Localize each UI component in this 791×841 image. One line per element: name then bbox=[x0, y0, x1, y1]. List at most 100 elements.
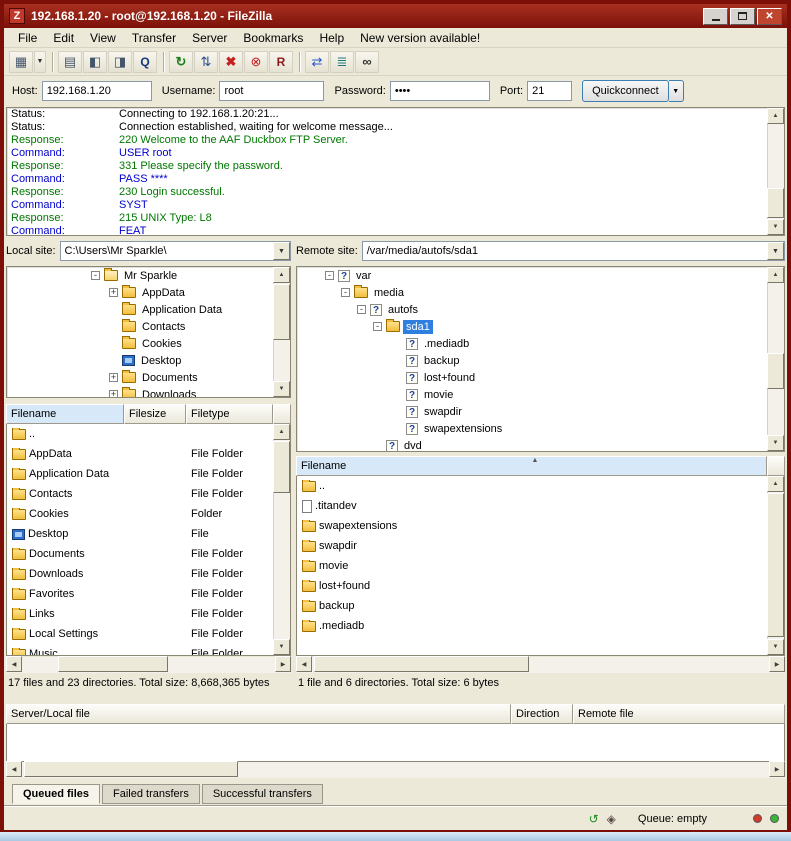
menu-item[interactable]: Transfer bbox=[124, 29, 184, 47]
expander-icon[interactable] bbox=[109, 373, 118, 382]
scroll-up-button[interactable]: ▲ bbox=[273, 267, 290, 283]
scroll-thumb[interactable] bbox=[767, 353, 784, 389]
tree-item[interactable]: Contacts bbox=[7, 318, 290, 335]
password-input[interactable] bbox=[390, 81, 490, 101]
column-header-filename[interactable]: Filename bbox=[6, 404, 124, 424]
expander-icon[interactable] bbox=[109, 288, 118, 297]
scroll-right-button[interactable]: ▶ bbox=[275, 656, 291, 672]
column-header-local-file[interactable]: Server/Local file bbox=[6, 704, 511, 724]
tree-item[interactable]: sda1 bbox=[297, 318, 784, 335]
reconnect-button[interactable]: R bbox=[269, 51, 293, 73]
tree-item[interactable]: autofs bbox=[297, 301, 784, 318]
file-row[interactable]: .mediadb bbox=[297, 616, 784, 636]
file-row[interactable]: movie bbox=[297, 556, 784, 576]
column-header-filetype[interactable]: Filetype bbox=[186, 404, 273, 424]
scroll-up-button[interactable]: ▲ bbox=[273, 424, 290, 440]
local-site-combobox[interactable]: C:\Users\Mr Sparkle\ ▼ bbox=[60, 241, 291, 261]
expander-icon[interactable] bbox=[341, 288, 350, 297]
site-manager-dropdown[interactable]: ▼ bbox=[34, 51, 46, 73]
expander-icon[interactable] bbox=[357, 305, 366, 314]
find-files-button[interactable]: ∞ bbox=[355, 51, 379, 73]
file-row[interactable]: Music File Folder bbox=[7, 644, 290, 656]
file-row[interactable]: .titandev bbox=[297, 496, 784, 516]
column-header-filesize[interactable]: Filesize bbox=[124, 404, 186, 424]
close-button[interactable]: ✕ bbox=[757, 8, 782, 25]
username-input[interactable] bbox=[219, 81, 324, 101]
tree-item[interactable]: media bbox=[297, 284, 784, 301]
file-row[interactable]: .. bbox=[297, 476, 784, 496]
file-row[interactable]: Documents File Folder bbox=[7, 544, 290, 564]
file-row[interactable]: Application Data File Folder bbox=[7, 464, 290, 484]
expander-icon[interactable] bbox=[109, 390, 118, 398]
menu-item[interactable]: Help bbox=[311, 29, 352, 47]
cancel-button[interactable]: ✖ bbox=[219, 51, 243, 73]
file-row[interactable]: Cookies Folder bbox=[7, 504, 290, 524]
titlebar[interactable]: Z 192.168.1.20 - root@192.168.1.20 - Fil… bbox=[4, 4, 787, 28]
file-row[interactable]: Downloads File Folder bbox=[7, 564, 290, 584]
scroll-thumb[interactable] bbox=[58, 656, 168, 672]
file-row[interactable]: backup bbox=[297, 596, 784, 616]
tree-item[interactable]: AppData bbox=[7, 284, 290, 301]
tree-item[interactable]: swapdir bbox=[297, 403, 784, 420]
scroll-thumb[interactable] bbox=[314, 656, 529, 672]
process-queue-button[interactable]: ⇅ bbox=[194, 51, 218, 73]
scroll-thumb[interactable] bbox=[273, 441, 290, 493]
queue-tab[interactable]: Queued files bbox=[12, 784, 100, 804]
menu-item[interactable]: Server bbox=[184, 29, 235, 47]
disconnect-button[interactable]: ⊗ bbox=[244, 51, 268, 73]
scroll-thumb[interactable] bbox=[767, 188, 784, 218]
expander-icon[interactable] bbox=[373, 322, 382, 331]
tree-item[interactable]: Documents bbox=[7, 369, 290, 386]
menu-item[interactable]: Edit bbox=[45, 29, 82, 47]
port-input[interactable] bbox=[527, 81, 572, 101]
file-row[interactable]: swapdir bbox=[297, 536, 784, 556]
scroll-up-button[interactable]: ▲ bbox=[767, 267, 784, 283]
tree-item[interactable]: Cookies bbox=[7, 335, 290, 352]
file-row[interactable]: Links File Folder bbox=[7, 604, 290, 624]
file-row[interactable]: Desktop File bbox=[7, 524, 290, 544]
column-header-direction[interactable]: Direction bbox=[511, 704, 573, 724]
menu-item[interactable]: New version available! bbox=[352, 29, 488, 47]
column-header-filename[interactable]: Filename▲ bbox=[296, 456, 767, 476]
scroll-thumb[interactable] bbox=[767, 493, 784, 637]
menu-item[interactable]: View bbox=[82, 29, 124, 47]
scroll-up-button[interactable]: ▲ bbox=[767, 476, 784, 492]
site-manager-button[interactable]: ▦ bbox=[9, 51, 33, 73]
scroll-down-button[interactable]: ▼ bbox=[273, 381, 290, 397]
minimize-button[interactable] bbox=[703, 8, 728, 25]
scroll-down-button[interactable]: ▼ bbox=[767, 435, 784, 451]
file-row[interactable]: Local Settings File Folder bbox=[7, 624, 290, 644]
tree-item[interactable]: lost+found bbox=[297, 369, 784, 386]
scroll-down-button[interactable]: ▼ bbox=[767, 639, 784, 655]
scroll-left-button[interactable]: ◀ bbox=[6, 656, 22, 672]
tree-item[interactable]: swapextensions bbox=[297, 420, 784, 437]
tree-item[interactable]: var bbox=[297, 267, 784, 284]
file-row[interactable]: .. bbox=[7, 424, 290, 444]
tree-item[interactable]: movie bbox=[297, 386, 784, 403]
scroll-right-button[interactable]: ▶ bbox=[769, 656, 785, 672]
column-header-remote-file[interactable]: Remote file bbox=[573, 704, 785, 724]
toggle-queue-button[interactable]: Q bbox=[133, 51, 157, 73]
tree-item[interactable]: Downloads bbox=[7, 386, 290, 398]
file-row[interactable]: Contacts File Folder bbox=[7, 484, 290, 504]
file-row[interactable]: swapextensions bbox=[297, 516, 784, 536]
file-row[interactable]: AppData File Folder bbox=[7, 444, 290, 464]
scroll-down-button[interactable]: ▼ bbox=[273, 639, 290, 655]
remote-site-combobox[interactable]: /var/media/autofs/sda1 ▼ bbox=[362, 241, 785, 261]
directory-comparison-button[interactable]: ⇄ bbox=[305, 51, 329, 73]
tree-item[interactable]: .mediadb bbox=[297, 335, 784, 352]
scroll-thumb[interactable] bbox=[273, 284, 290, 340]
file-row[interactable]: lost+found bbox=[297, 576, 784, 596]
tree-item[interactable]: dvd bbox=[297, 437, 784, 452]
scroll-left-button[interactable]: ◀ bbox=[6, 761, 22, 777]
tree-item[interactable]: Desktop bbox=[7, 352, 290, 369]
quickconnect-button[interactable]: Quickconnect bbox=[582, 80, 669, 102]
menu-item[interactable]: Bookmarks bbox=[235, 29, 311, 47]
scroll-thumb[interactable] bbox=[24, 761, 238, 777]
queue-tab[interactable]: Successful transfers bbox=[202, 784, 323, 804]
tree-item[interactable]: Mr Sparkle bbox=[7, 267, 290, 284]
maximize-button[interactable] bbox=[730, 8, 755, 25]
host-input[interactable] bbox=[42, 81, 152, 101]
toggle-local-tree-button[interactable]: ◧ bbox=[83, 51, 107, 73]
synchronized-browsing-button[interactable]: ≣ bbox=[330, 51, 354, 73]
